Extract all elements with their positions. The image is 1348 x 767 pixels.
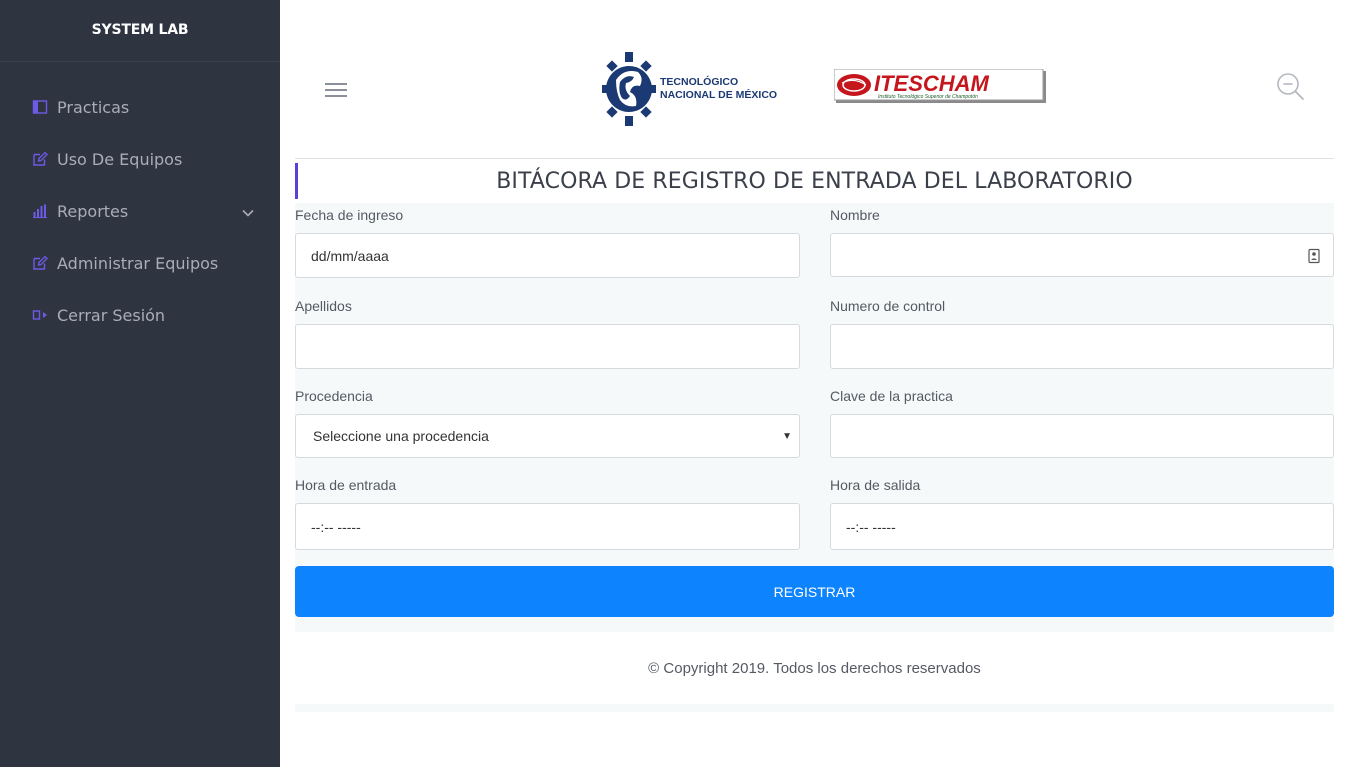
numero-control-input[interactable] bbox=[830, 324, 1334, 369]
clave-practica-input[interactable] bbox=[830, 414, 1334, 458]
sidebar-nav: Practicas Uso De Equipos Reportes Admini… bbox=[0, 81, 280, 341]
sidebar-item-cerrar-sesion[interactable]: Cerrar Sesión bbox=[0, 289, 280, 341]
caret-down-icon: ▼ bbox=[782, 431, 792, 442]
itescham-logo-subtitle: Instituto Tecnológico Superior de Champo… bbox=[878, 94, 978, 100]
hora-salida-input[interactable]: --:-- ----- bbox=[830, 503, 1334, 550]
itescham-logo-name: ITESCHAM bbox=[874, 71, 990, 96]
logout-icon bbox=[32, 307, 48, 323]
clave-practica-label: Clave de la practica bbox=[830, 388, 953, 404]
tecnm-logo-line2: NACIONAL DE MÉXICO bbox=[660, 88, 777, 101]
edit-icon bbox=[32, 151, 48, 167]
sidebar-item-administrar-equipos[interactable]: Administrar Equipos bbox=[0, 237, 280, 289]
registrar-button[interactable]: REGISTRAR bbox=[295, 566, 1334, 617]
sidebar-item-label: Uso De Equipos bbox=[57, 149, 183, 169]
tecnm-logo: TECNOLÓGICO NACIONAL DE MÉXICO bbox=[602, 52, 777, 126]
sidebar-item-practicas[interactable]: Practicas bbox=[0, 81, 280, 133]
title-section: BITÁCORA DE REGISTRO DE ENTRADA DEL LABO… bbox=[295, 163, 1334, 201]
nombre-label: Nombre bbox=[830, 207, 880, 223]
menu-toggle-icon[interactable] bbox=[325, 83, 347, 99]
apellidos-label: Apellidos bbox=[295, 298, 352, 314]
contact-card-icon bbox=[1308, 248, 1320, 264]
tecnm-logo-line1: TECNOLÓGICO bbox=[660, 75, 738, 88]
numero-control-label: Numero de control bbox=[830, 298, 946, 314]
bar-chart-icon bbox=[32, 203, 48, 219]
copyright-text: © Copyright 2019. Todos los derechos res… bbox=[648, 660, 981, 677]
hora-entrada-value: --:-- ----- bbox=[311, 518, 361, 535]
footer-strip bbox=[295, 704, 1334, 712]
sidebar-item-label: Practicas bbox=[57, 97, 130, 117]
chevron-down-icon[interactable] bbox=[242, 204, 254, 217]
procedencia-select[interactable]: Seleccione una procedencia ▼ bbox=[295, 414, 800, 458]
fecha-label: Fecha de ingreso bbox=[295, 207, 404, 223]
sidebar-item-uso-de-equipos[interactable]: Uso De Equipos bbox=[0, 133, 280, 185]
fecha-value: dd/mm/aaaa bbox=[311, 247, 389, 264]
hora-entrada-label: Hora de entrada bbox=[295, 477, 397, 493]
header-divider bbox=[295, 158, 1334, 159]
hora-salida-label: Hora de salida bbox=[830, 477, 921, 493]
page-title: BITÁCORA DE REGISTRO DE ENTRADA DEL LABO… bbox=[496, 169, 1133, 194]
itescham-logo: ITESCHAM Instituto Tecnológico Superior … bbox=[833, 68, 1048, 105]
zoom-out-icon[interactable] bbox=[1276, 72, 1306, 102]
procedencia-selected-value: Seleccione una procedencia bbox=[313, 428, 489, 444]
sidebar-item-reportes[interactable]: Reportes bbox=[0, 185, 280, 237]
procedencia-label: Procedencia bbox=[295, 388, 373, 404]
hora-entrada-input[interactable]: --:-- ----- bbox=[295, 503, 800, 550]
sidebar-item-label: Administrar Equipos bbox=[57, 253, 219, 273]
sidebar: SYSTEM LAB Practicas Uso De Equipos Repo… bbox=[0, 0, 280, 767]
hora-salida-value: --:-- ----- bbox=[846, 518, 896, 535]
edit-icon bbox=[32, 255, 48, 271]
sidebar-item-label: Cerrar Sesión bbox=[57, 305, 166, 325]
sidebar-item-label: Reportes bbox=[57, 201, 129, 221]
fecha-input[interactable]: dd/mm/aaaa bbox=[295, 233, 800, 278]
panel-icon bbox=[32, 99, 48, 115]
apellidos-input[interactable] bbox=[295, 324, 800, 369]
nombre-input[interactable] bbox=[830, 233, 1334, 277]
footer: © Copyright 2019. Todos los derechos res… bbox=[295, 632, 1334, 704]
sidebar-brand: SYSTEM LAB bbox=[0, 0, 280, 62]
main-content: TECNOLÓGICO NACIONAL DE MÉXICO ITESCHAM … bbox=[280, 0, 1348, 767]
